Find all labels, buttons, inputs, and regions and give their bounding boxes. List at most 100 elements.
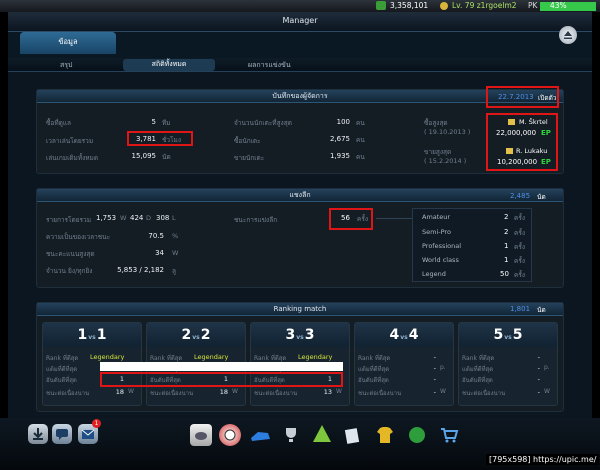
coin-icon [376,1,386,10]
mail-badge: 1 [92,419,101,428]
rank-row-value: - [433,375,436,383]
boots-button[interactable] [248,424,272,446]
sold-label: ขายนักเตะ [234,154,265,162]
league-wins-unit: ครั้ง [357,215,369,223]
mode-tail: 5 [512,327,523,343]
tier-worldclass-unit: ครั้ง [514,257,526,265]
rank-row-unit: p. [440,364,446,371]
scout-button[interactable] [219,424,241,446]
download-icon [33,428,43,440]
streak-unit: W [172,249,179,257]
shirt-icon [377,427,393,443]
rank-row-value: - [537,364,540,372]
mode-tail: 2 [200,327,211,343]
record-header: บันทึกของผู้จัดการ [37,90,563,103]
status-bar: 3,358,101 Lv. 79 z1rgoelm2 PK 43% [0,0,600,12]
rank-row-label: อันดับดีที่สุด [358,377,389,384]
league-header: แชงลีก [37,189,563,202]
tier-worldclass-count: 1 [504,256,509,264]
ranking-total-unit: นัด [537,306,546,314]
window-titlebar: Manager [8,12,592,32]
rank-row-unit: p. [544,364,550,371]
subtab-results[interactable]: ผลการแข่งขัน [248,60,291,71]
shop-button[interactable] [438,424,460,446]
playtime-label: เวลาเล่นโดยรวม [46,137,94,145]
level-text: Lv. 79 z1rgoelm2 [452,1,517,10]
eject-button[interactable] [559,26,577,44]
battery-bar [540,2,596,11]
redaction-bar [100,362,343,371]
subtab-all-stats[interactable]: สถิติทั้งหมด [123,59,215,71]
kit-button[interactable] [374,424,396,446]
trophy-icon [286,428,296,442]
cards-button[interactable] [342,424,364,446]
league-record-label: รายการโดยรวม [46,216,91,224]
club-button[interactable] [406,424,428,446]
rank-row-value: - [537,388,540,396]
rank-row-label: Rank ที่ดีสุด [462,355,495,362]
mode-tail: 1 [96,327,107,343]
games-value: 15,095 [131,152,157,160]
top-buy-label: ซื้อสูงสุด [424,119,448,127]
rank-row-value: - [433,353,436,361]
shots-unit: ลู [172,267,176,275]
mode-head: 1 [77,327,88,343]
league-wins-label: ชนะการแข่งลีก [234,216,278,224]
top-buy-ep: EP [541,129,551,137]
subtab-summary[interactable]: สรุป [60,60,72,71]
rank-row-value: 18 [115,388,124,396]
rank-row-value: 13 [323,388,332,396]
rank-row-label: ชนะต่อเนื่องนาน [358,390,402,397]
rank-row-label: ชนะต่อเนื่องนาน [254,390,298,397]
bought-value: 2,675 [329,135,350,143]
rank-row-label: Rank ที่ดีสุด [46,355,79,362]
shots-label: จำนวน ยิง/ทุกยิง [46,267,93,275]
whistle-button[interactable] [190,424,212,446]
club-badge-icon [409,427,425,443]
rank-row-label: Rank ที่ดีสุด [358,355,391,362]
playtime-unit: ชั่วโมง [162,136,182,144]
best-rank-highlight [100,372,343,387]
pyramid-icon [313,425,331,442]
flag-text: PK [528,1,538,10]
top-sell-date: ( 15.2.2014 ) [424,157,467,165]
trophy-button[interactable] [280,424,302,446]
eject-icon [564,31,572,39]
league-button[interactable] [310,422,334,446]
chat-icon [56,429,68,440]
ranking-title: Ranking match [273,305,327,313]
winrate-value: 70.5 [148,232,164,240]
window-title: Manager [282,16,318,25]
rank-row-value: Legendary [194,353,229,361]
tier-semipro-unit: ครั้ง [514,229,526,237]
rank-row-label: ชนะต่อเนื่องนาน [462,390,506,397]
rank-row-unit: W [440,388,446,395]
mode-vs: vs [504,334,512,341]
mode-vs: vs [192,334,200,341]
record-date: 22.7.2013 [498,93,534,101]
tier-semipro-label: Semi-Pro [422,228,451,236]
rank-row-label: อันดับดีที่สุด [46,377,77,384]
rank-row-label: ชนะต่อเนื่องนาน [46,390,90,397]
shots-value: 5,853 / 2,182 [117,266,164,274]
rank-row-label: ชนะต่อเนื่องนาน [150,390,194,397]
ranking-header: Ranking match [37,303,563,316]
mode-head: 4 [389,327,400,343]
league-l-unit: L [172,214,176,222]
rank-row-value: - [433,388,436,396]
record-since: เปิดตัว [538,94,557,102]
games-label: เล่นเกมเดิมทั้งหมด [46,154,99,162]
league-l: 308 [156,214,170,222]
chat-button[interactable] [52,424,72,444]
mode-vs: vs [400,334,408,341]
rank-mode: 3vs3 [251,323,349,347]
league-d: 424 [130,214,144,222]
mode-vs: vs [296,334,304,341]
tab-info[interactable]: ข้อมูล [20,32,116,54]
mode-head: 5 [493,327,504,343]
record-panel: บันทึกของผู้จัดการ [36,89,564,174]
league-w: 1,753 [96,214,117,222]
mode-tail: 3 [304,327,315,343]
download-button[interactable] [28,424,48,444]
tier-pro-label: Professional [422,242,462,250]
